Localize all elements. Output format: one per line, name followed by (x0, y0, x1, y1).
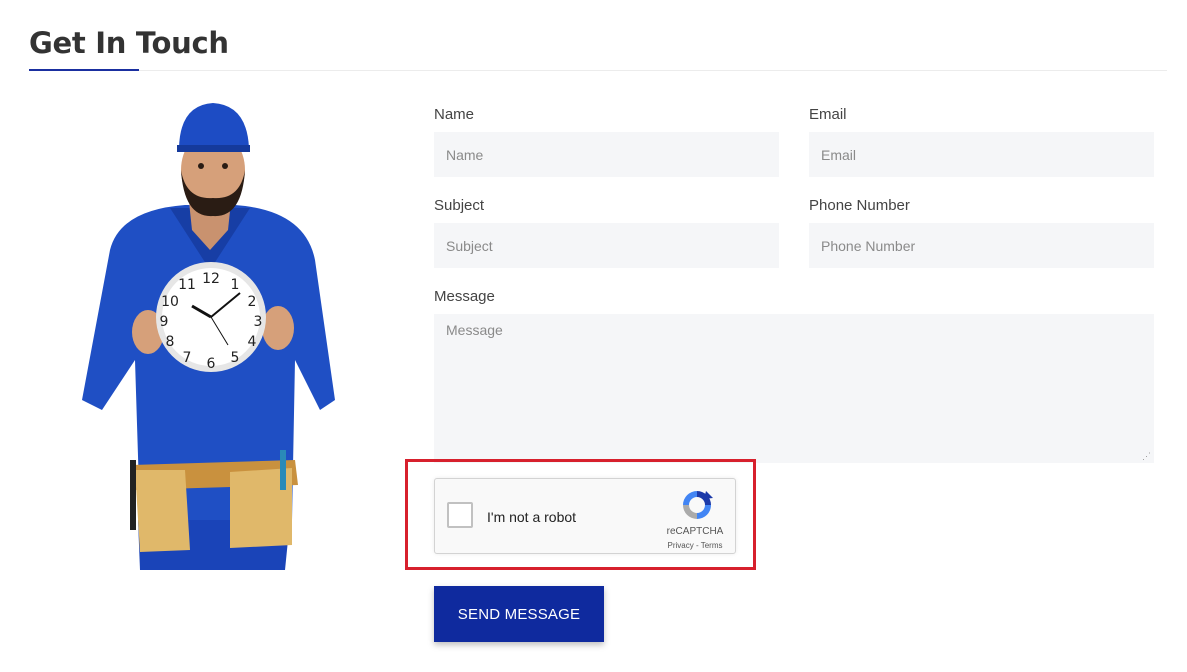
svg-text:6: 6 (207, 356, 216, 372)
subject-label: Subject (434, 197, 485, 214)
recaptcha-brand-text: reCAPTCHA (666, 526, 724, 537)
section-title: Get In Touch (29, 26, 229, 60)
title-accent-underline (29, 69, 139, 71)
phone-input[interactable] (809, 223, 1154, 268)
svg-text:7: 7 (183, 350, 192, 366)
phone-label: Phone Number (809, 197, 910, 214)
svg-text:3: 3 (254, 314, 263, 330)
name-input[interactable] (434, 132, 779, 177)
message-textarea[interactable] (434, 314, 1154, 463)
recaptcha-widget: I'm not a robot reCAPTCHA Privacy - Term… (434, 478, 736, 554)
textarea-resize-handle-icon[interactable]: ⋰ (1142, 451, 1152, 461)
email-label: Email (809, 106, 847, 123)
title-divider (29, 70, 1167, 71)
recaptcha-label: I'm not a robot (487, 509, 577, 525)
svg-text:11: 11 (178, 277, 196, 293)
svg-text:12: 12 (202, 271, 220, 287)
svg-text:4: 4 (248, 334, 257, 350)
recaptcha-privacy-terms-links[interactable]: Privacy - Terms (657, 541, 733, 550)
subject-input[interactable] (434, 223, 779, 268)
recaptcha-logo-icon (683, 491, 713, 519)
svg-text:10: 10 (161, 294, 179, 310)
recaptcha-checkbox[interactable] (447, 502, 473, 528)
email-input[interactable] (809, 132, 1154, 177)
svg-text:9: 9 (160, 314, 169, 330)
send-message-button[interactable]: SEND MESSAGE (434, 586, 604, 642)
svg-text:8: 8 (166, 334, 175, 350)
plumber-with-clock-image: 12 1 2 3 4 5 6 7 8 9 10 11 (82, 103, 335, 570)
message-label: Message (434, 288, 495, 305)
svg-text:2: 2 (248, 294, 257, 310)
name-label: Name (434, 106, 475, 123)
svg-text:1: 1 (231, 277, 240, 293)
svg-text:5: 5 (231, 350, 240, 366)
